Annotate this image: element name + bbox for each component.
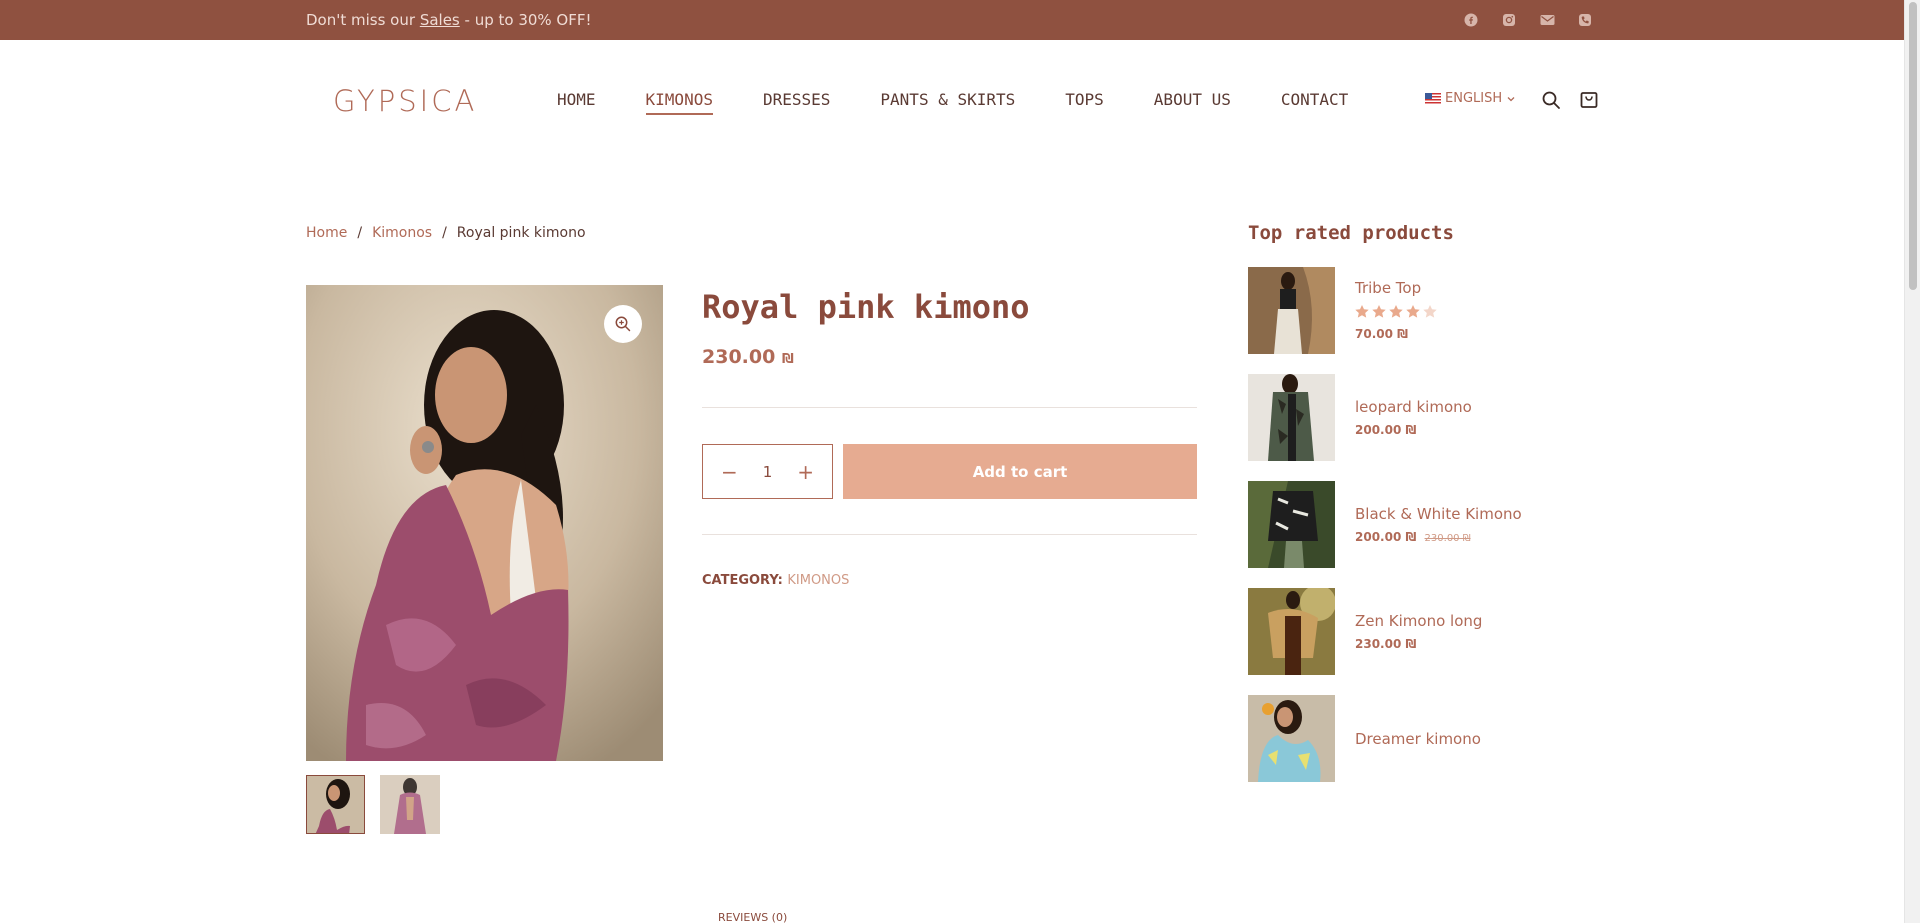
product-name[interactable]: Dreamer kimono xyxy=(1355,730,1481,748)
promo-suffix: - up to 30% OFF! xyxy=(459,11,592,29)
breadcrumb-separator: / xyxy=(357,225,363,241)
divider xyxy=(702,407,1197,408)
product-price: 230.00 ₪ xyxy=(1355,637,1416,651)
price-value: 200.00 xyxy=(1355,530,1402,544)
star-empty-icon xyxy=(1423,305,1437,318)
chevron-down-icon xyxy=(1507,96,1515,101)
phone-icon[interactable] xyxy=(1574,11,1596,29)
price-value: 200.00 xyxy=(1355,423,1402,437)
main-nav: HOME KIMONOS DRESSES PANTS & SKIRTS TOPS… xyxy=(557,90,1348,115)
product-price: 70.00 ₪ xyxy=(1355,327,1408,341)
price-currency: ₪ xyxy=(1397,327,1409,341)
old-price: 230.00 ₪ xyxy=(1424,533,1471,544)
top-rated-product[interactable]: Black & White Kimono 200.00 ₪ 230.00 ₪ xyxy=(1248,481,1588,568)
star-filled-icon xyxy=(1406,305,1420,318)
product-image[interactable] xyxy=(1248,588,1335,675)
product-image[interactable] xyxy=(1248,267,1335,354)
star-filled-icon xyxy=(1389,305,1403,318)
cart-icon[interactable] xyxy=(1579,90,1599,110)
nav-pants-skirts[interactable]: PANTS & SKIRTS xyxy=(880,90,1015,115)
price-currency: ₪ xyxy=(1405,530,1417,544)
increase-quantity-button[interactable]: + xyxy=(797,460,814,484)
promo-prefix: Don't miss our xyxy=(306,11,420,29)
tab-reviews[interactable]: REVIEWS (0) xyxy=(718,911,787,923)
price-currency: ₪ xyxy=(1405,423,1417,437)
price-currency: ₪ xyxy=(781,352,794,367)
nav-contact[interactable]: CONTACT xyxy=(1281,90,1348,115)
nav-kimonos[interactable]: KIMONOS xyxy=(645,90,714,115)
product-category: CATEGORY: KIMONOS xyxy=(702,573,849,588)
page-scrollbar[interactable] xyxy=(1904,0,1920,923)
product-name[interactable]: Zen Kimono long xyxy=(1355,612,1482,630)
breadcrumb-home[interactable]: Home xyxy=(306,225,347,241)
product-image[interactable] xyxy=(1248,481,1335,568)
promo-text: Don't miss our Sales - up to 30% OFF! xyxy=(306,11,592,29)
product-main-image[interactable] xyxy=(306,285,663,761)
instagram-icon[interactable] xyxy=(1498,11,1520,29)
breadcrumb-separator: / xyxy=(442,225,447,241)
decrease-quantity-button[interactable]: − xyxy=(721,460,738,484)
price-value: 230.00 xyxy=(1355,637,1402,651)
product-title: Royal pink kimono xyxy=(702,288,1030,326)
price-value: 230.00 xyxy=(702,346,776,368)
nav-dresses[interactable]: DRESSES xyxy=(763,90,830,115)
top-rated-product[interactable]: Zen Kimono long 230.00 ₪ xyxy=(1248,588,1588,675)
top-rated-product[interactable]: leopard kimono 200.00 ₪ xyxy=(1248,374,1588,461)
language-switcher[interactable]: ENGLISH xyxy=(1425,91,1516,106)
us-flag-icon xyxy=(1425,93,1441,104)
nav-about-us[interactable]: ABOUT US xyxy=(1154,90,1231,115)
breadcrumb-kimonos[interactable]: Kimonos xyxy=(372,225,432,241)
nav-tops[interactable]: TOPS xyxy=(1065,90,1104,115)
product-thumbnail-1[interactable] xyxy=(306,775,365,834)
product-image[interactable] xyxy=(1248,695,1335,782)
zoom-button[interactable] xyxy=(604,305,642,343)
language-label: ENGLISH xyxy=(1445,91,1503,106)
breadcrumb: Home / Kimonos / Royal pink kimono xyxy=(306,225,586,241)
price-value: 70.00 xyxy=(1355,327,1393,341)
category-label: CATEGORY: xyxy=(702,573,783,588)
facebook-icon[interactable] xyxy=(1460,11,1482,29)
add-to-cart-button[interactable]: Add to cart xyxy=(843,444,1197,499)
search-icon[interactable] xyxy=(1541,90,1561,110)
mail-icon[interactable] xyxy=(1536,11,1558,29)
top-rated-title: Top rated products xyxy=(1248,222,1454,244)
announcement-bar: Don't miss our Sales - up to 30% OFF! xyxy=(0,0,1904,40)
quantity-stepper: − 1 + xyxy=(702,444,833,499)
product-name[interactable]: Tribe Top xyxy=(1355,279,1421,297)
product-image[interactable] xyxy=(1248,374,1335,461)
product-name[interactable]: leopard kimono xyxy=(1355,398,1472,416)
zoom-icon xyxy=(615,316,631,332)
product-price: 230.00 ₪ xyxy=(702,346,794,368)
product-price: 200.00 ₪ 230.00 ₪ xyxy=(1355,530,1471,544)
top-rated-product[interactable]: Tribe Top 70.00 ₪ xyxy=(1248,267,1588,354)
product-name[interactable]: Black & White Kimono xyxy=(1355,505,1522,523)
product-thumbnail-2[interactable] xyxy=(380,775,440,834)
product-price: 200.00 ₪ xyxy=(1355,423,1416,437)
category-link[interactable]: KIMONOS xyxy=(787,573,849,588)
nav-home[interactable]: HOME xyxy=(557,90,596,115)
breadcrumb-current: Royal pink kimono xyxy=(456,225,586,241)
scrollbar-thumb[interactable] xyxy=(1909,2,1917,290)
divider xyxy=(702,534,1197,535)
top-rated-product[interactable]: Dreamer kimono xyxy=(1248,695,1588,782)
rating-stars xyxy=(1355,305,1437,318)
quantity-value[interactable]: 1 xyxy=(763,463,773,481)
sales-link[interactable]: Sales xyxy=(420,11,460,29)
star-filled-icon xyxy=(1372,305,1386,318)
star-filled-icon xyxy=(1355,305,1369,318)
price-currency: ₪ xyxy=(1405,637,1417,651)
social-links xyxy=(1460,11,1596,29)
site-logo[interactable]: GYPSICA xyxy=(333,84,477,118)
